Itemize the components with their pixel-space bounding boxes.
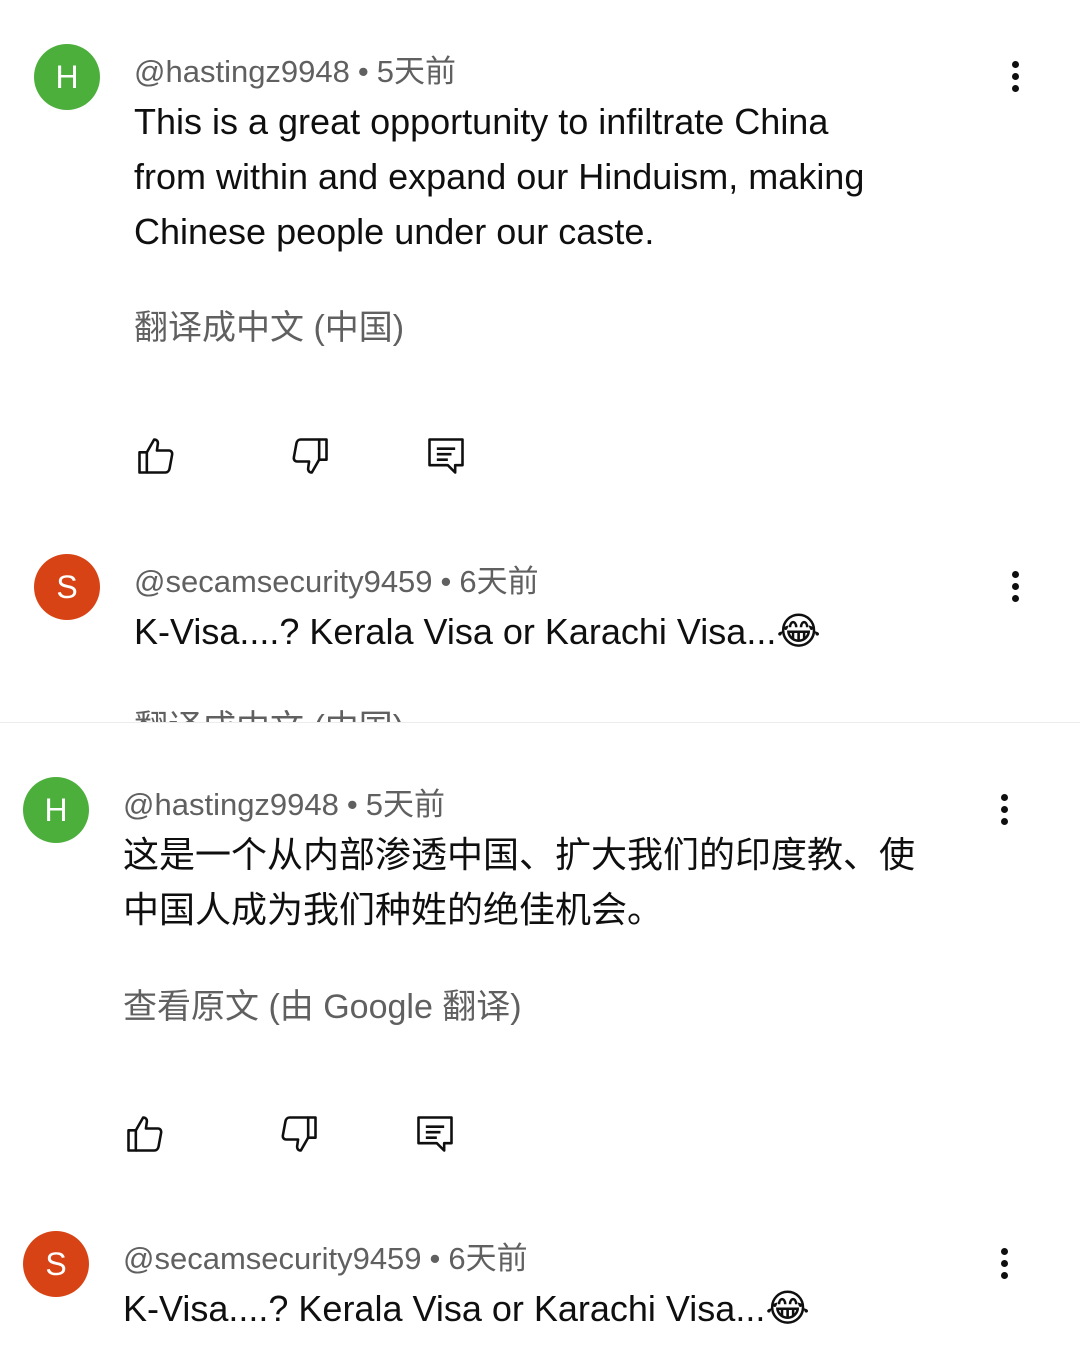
view-original-link[interactable]: 查看原文 (由 Google 翻译)	[123, 979, 522, 1028]
more-vertical-icon	[1000, 61, 1030, 92]
reply-button[interactable]	[424, 434, 468, 478]
dislike-button[interactable]	[288, 434, 332, 478]
avatar[interactable]: H	[23, 777, 89, 843]
dislike-button[interactable]	[277, 1112, 321, 1156]
reply-button[interactable]	[413, 1112, 457, 1156]
comment-age: 5天前	[376, 54, 457, 89]
reply-comment-icon	[428, 438, 464, 474]
comment-text: 这是一个从内部渗透中国、扩大我们的印度教、使 中国人成为我们种姓的绝佳机会。	[123, 827, 1003, 937]
comment-author[interactable]: @hastingz9948	[123, 787, 339, 822]
translate-link[interactable]: 翻译成中文 (中国)	[134, 700, 404, 722]
comment-author[interactable]: @hastingz9948	[134, 54, 350, 89]
comment-item: S @secamsecurity9459 • 6天前 K-Visa....? Ker…	[0, 510, 1080, 722]
translate-link[interactable]: 翻译成中文 (中国)	[134, 300, 404, 349]
comment-age: 6天前	[448, 1241, 528, 1276]
comment-line: from within and expand our Hinduism, mak…	[134, 156, 865, 197]
comment-author[interactable]: @secamsecurity9459	[123, 1241, 422, 1276]
meta-separator: •	[429, 1241, 441, 1276]
laughing-emoji-icon: 😂	[765, 1286, 810, 1330]
comment-line: Chinese people under our caste.	[134, 211, 655, 252]
reply-comment-icon	[417, 1116, 453, 1152]
comment-text: K-Visa....? Kerala Visa or Karachi Visa.…	[123, 1286, 810, 1330]
like-button[interactable]	[134, 434, 178, 478]
thumbs-up-icon	[138, 438, 174, 474]
comment-line: This is a great opportunity to infiltrat…	[134, 101, 829, 142]
like-button[interactable]	[123, 1112, 167, 1156]
comment-meta: @secamsecurity9459 • 6天前	[134, 556, 539, 601]
more-vertical-icon	[989, 794, 1019, 825]
comment-text: This is a great opportunity to infiltrat…	[134, 94, 984, 259]
more-vertical-icon	[1000, 571, 1030, 602]
thumbs-up-icon	[127, 1116, 163, 1152]
avatar[interactable]: S	[34, 554, 100, 620]
comment-meta: @hastingz9948 • 5天前	[134, 46, 456, 91]
comments-screenshot-translated: H @hastingz9948 • 5天前 这是一个从内部渗透中国、扩大我们的印度教…	[0, 722, 1080, 1366]
comment-line: 这是一个从内部渗透中国、扩大我们的印度教、使	[123, 834, 916, 875]
avatar[interactable]: S	[23, 1231, 89, 1297]
laughing-emoji-icon: 😂	[776, 609, 821, 653]
thumbs-down-icon	[281, 1116, 317, 1152]
comment-text: K-Visa....? Kerala Visa or Karachi Visa.…	[134, 609, 821, 653]
thumbs-down-icon	[292, 438, 328, 474]
comment-age: 5天前	[365, 787, 446, 822]
comment-age: 6天前	[459, 564, 539, 599]
meta-separator: •	[346, 787, 358, 822]
avatar[interactable]: H	[34, 44, 100, 110]
comment-author[interactable]: @secamsecurity9459	[134, 564, 433, 599]
comment-meta: @secamsecurity9459 • 6天前	[123, 1233, 528, 1278]
comment-meta: @hastingz9948 • 5天前	[123, 779, 445, 824]
comment-item: S @secamsecurity9459 • 6天前 K-Visa....? Ker…	[0, 1177, 1080, 1366]
more-options-button[interactable]	[1000, 56, 1030, 106]
more-vertical-icon	[989, 1248, 1019, 1279]
meta-separator: •	[357, 54, 369, 89]
comment-line: 中国人成为我们种姓的绝佳机会。	[123, 889, 664, 930]
comments-screenshot-original: H @hastingz9948 • 5天前 This is a great oppo…	[0, 0, 1080, 722]
meta-separator: •	[440, 564, 452, 599]
